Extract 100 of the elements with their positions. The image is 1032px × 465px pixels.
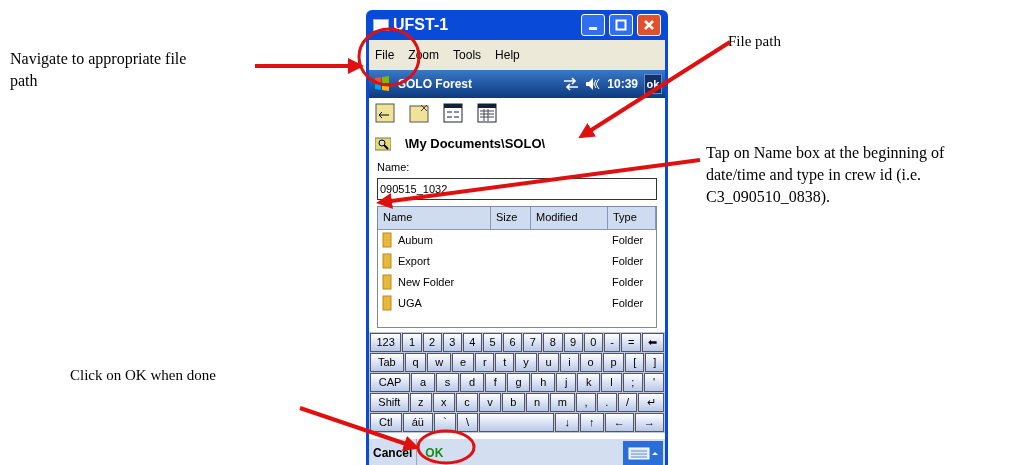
keyboard-key[interactable]: s xyxy=(436,372,460,392)
keyboard-key[interactable]: d xyxy=(460,372,484,392)
folder-icon xyxy=(382,232,392,248)
file-name-text[interactable]: Aubum xyxy=(398,231,433,249)
close-button[interactable] xyxy=(637,14,661,36)
keyboard-key[interactable]: h xyxy=(531,372,556,392)
keyboard-key[interactable]: c xyxy=(455,392,478,412)
keyboard-key[interactable]: 7 xyxy=(523,332,543,352)
keyboard-key[interactable]: r xyxy=(475,352,495,372)
name-input-field[interactable]: 090515_1032 xyxy=(377,177,657,200)
list-view-icon[interactable] xyxy=(443,103,463,123)
keyboard-key[interactable]: 3 xyxy=(442,332,462,352)
keyboard-key[interactable]: y xyxy=(515,352,537,372)
close-icon xyxy=(643,19,655,31)
file-type-text: Folder xyxy=(611,232,645,248)
new-folder-icon[interactable] xyxy=(409,103,429,123)
keyboard-key[interactable]: / xyxy=(617,392,638,412)
keyboard-key[interactable]: w xyxy=(427,352,452,372)
keyboard-key[interactable]: ` xyxy=(434,412,456,432)
file-name-text[interactable]: Export xyxy=(398,252,430,270)
speaker-icon xyxy=(585,77,602,91)
keyboard-key[interactable]: ⬅ xyxy=(641,332,664,352)
minimize-button[interactable] xyxy=(581,14,605,36)
keyboard-key[interactable]: ' xyxy=(644,372,664,392)
keyboard-key[interactable]: . xyxy=(597,392,617,412)
keyboard-key[interactable]: q xyxy=(404,352,427,372)
maximize-button[interactable] xyxy=(609,14,633,36)
keyboard-key[interactable]: ] xyxy=(645,352,665,372)
folder-search-icon[interactable] xyxy=(375,137,391,151)
start-icon[interactable] xyxy=(372,74,392,94)
keyboard-key[interactable]: ↑ xyxy=(579,412,604,432)
column-header[interactable]: Modified xyxy=(531,206,608,229)
keyboard-key[interactable]: a xyxy=(411,372,436,392)
file-type-text: Folder xyxy=(611,295,645,311)
details-view-icon[interactable] xyxy=(477,103,497,123)
column-header[interactable]: Name xyxy=(378,206,491,229)
space-key[interactable] xyxy=(479,412,555,432)
menu-item[interactable]: File xyxy=(375,46,395,64)
keyboard-toggle-button[interactable] xyxy=(623,441,663,465)
keyboard-key[interactable]: k xyxy=(577,372,601,392)
keyboard-key[interactable]: n xyxy=(525,392,549,412)
keyboard-key[interactable]: , xyxy=(576,392,596,412)
file-type-text: Folder xyxy=(611,253,645,269)
folder-icon xyxy=(382,274,392,290)
cancel-button[interactable]: Cancel xyxy=(369,439,418,465)
annotation-text: File path xyxy=(728,32,781,51)
keyboard-key[interactable]: - xyxy=(603,332,621,352)
menu-item[interactable]: Tools xyxy=(453,46,482,64)
menu-item[interactable]: Help xyxy=(495,46,520,64)
keyboard-key[interactable]: 6 xyxy=(503,332,523,352)
keyboard-key[interactable]: Ctl xyxy=(370,412,402,432)
name-label: Name: xyxy=(376,160,411,175)
keyboard-key[interactable]: Shift xyxy=(370,392,409,412)
keyboard-key[interactable]: 0 xyxy=(583,332,603,352)
keyboard-key[interactable]: [ xyxy=(625,352,645,372)
keyboard-key[interactable]: = xyxy=(621,332,641,352)
column-header[interactable]: Size xyxy=(491,206,531,229)
keyboard-key[interactable]: Tab xyxy=(370,352,404,372)
file-name-text[interactable]: New Folder xyxy=(398,273,455,291)
column-header[interactable]: Type xyxy=(608,206,656,229)
keyboard-key[interactable]: CAP xyxy=(370,372,411,392)
keyboard-key[interactable]: e xyxy=(452,352,474,372)
highlight-circle xyxy=(416,429,476,465)
annotation-text: Tap on Name box at the beginning of date/time and type in crew id (i.e. C3_090510_0838). xyxy=(706,143,946,208)
file-type-text: Folder xyxy=(611,274,645,290)
keyboard-key[interactable]: b xyxy=(502,392,525,412)
keyboard-key[interactable]: f xyxy=(484,372,506,392)
keyboard-key[interactable]: v xyxy=(478,392,502,412)
folder-icon xyxy=(382,295,392,311)
keyboard-key[interactable]: 4 xyxy=(462,332,482,352)
file-name-text[interactable]: UGA xyxy=(398,294,422,312)
keyboard-key[interactable]: m xyxy=(549,392,576,412)
folder-up-icon[interactable] xyxy=(375,103,395,123)
keyboard-key[interactable]: z xyxy=(409,392,432,412)
keyboard-key[interactable]: i xyxy=(560,352,579,372)
keyboard-key[interactable]: o xyxy=(579,352,602,372)
keyboard-key[interactable]: p xyxy=(602,352,625,372)
keyboard-key[interactable]: g xyxy=(506,372,531,392)
keyboard-key[interactable]: u xyxy=(537,352,560,372)
keyboard-key[interactable]: x xyxy=(432,392,455,412)
keyboard-key[interactable]: → xyxy=(634,412,665,432)
keyboard-key[interactable]: 5 xyxy=(482,332,503,352)
maximize-icon xyxy=(615,19,627,31)
keyboard-key[interactable]: \ xyxy=(456,412,479,432)
keyboard-key[interactable]: 9 xyxy=(563,332,583,352)
keyboard-key[interactable]: l xyxy=(601,372,622,392)
keyboard-key[interactable]: 123 xyxy=(370,332,402,352)
keyboard-key[interactable]: t xyxy=(495,352,515,372)
keyboard-key[interactable]: 2 xyxy=(422,332,442,352)
keyboard-key[interactable]: ↵ xyxy=(638,392,664,412)
keyboard-key[interactable]: ↓ xyxy=(555,412,579,432)
keyboard-key[interactable]: j xyxy=(556,372,577,392)
keyboard-key[interactable]: 1 xyxy=(402,332,422,352)
sync-arrows-icon xyxy=(563,77,580,91)
keyboard-key[interactable]: áü xyxy=(402,412,434,432)
keyboard-key[interactable]: 8 xyxy=(543,332,563,352)
keyboard-key[interactable]: ← xyxy=(604,412,634,432)
file-path-text: \My Documents\SOLO\ xyxy=(405,135,546,154)
keyboard-key[interactable]: ; xyxy=(622,372,644,392)
window-title: UFST-1 xyxy=(393,15,450,35)
